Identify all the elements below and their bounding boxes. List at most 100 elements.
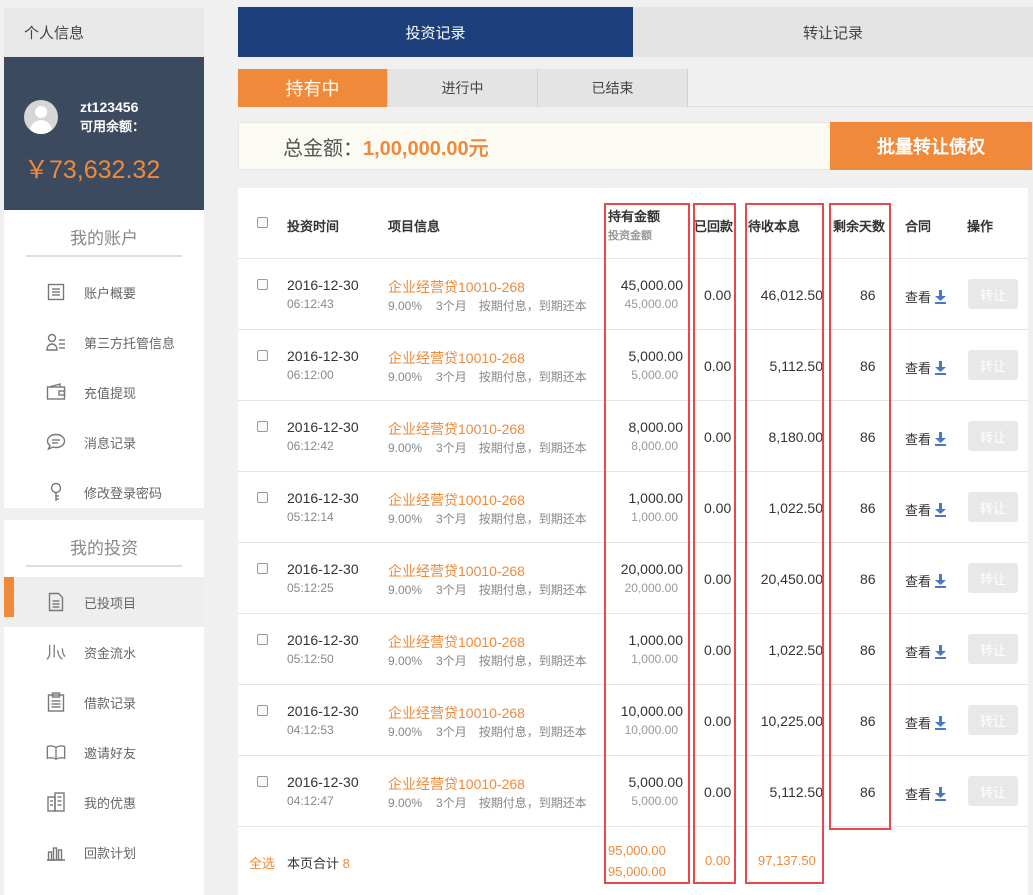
sidebar-item-label: 资金流水: [84, 645, 137, 661]
document-icon: [46, 592, 66, 612]
subtab-ended[interactable]: 已结束: [538, 69, 688, 107]
transfer-button[interactable]: 转让: [968, 492, 1018, 522]
view-contract-link[interactable]: 查看: [905, 713, 947, 732]
sidebar-item-account-overview[interactable]: 账户概要: [4, 267, 204, 317]
sidebar-item-recharge[interactable]: 充值提现: [4, 367, 204, 417]
balance-label: 可用余额：: [80, 119, 146, 134]
view-label: 查看: [905, 716, 932, 731]
view-label: 查看: [905, 290, 932, 305]
subtab-in-progress[interactable]: 进行中: [388, 69, 538, 107]
invest-date: 2016-12-30: [287, 774, 359, 790]
sidebar-item-fund-flow[interactable]: 资金流水: [4, 627, 204, 677]
sidebar-item-invite-friends[interactable]: 邀请好友: [4, 727, 204, 777]
invest-time: 06:12:42: [287, 439, 334, 453]
project-link[interactable]: 企业经营贷10010-268: [388, 419, 525, 439]
project-rate: 9.00%: [388, 796, 423, 810]
subtab-holding[interactable]: 持有中: [238, 69, 388, 107]
transfer-button[interactable]: 转让: [968, 279, 1018, 309]
project-link[interactable]: 企业经营贷10010-268: [388, 703, 525, 723]
view-contract-link[interactable]: 查看: [905, 500, 947, 519]
sidebar-item-loan-records[interactable]: 借款记录: [4, 677, 204, 727]
sidebar-item-label: 我的优惠: [84, 795, 137, 811]
building-icon: [46, 792, 66, 812]
transfer-button[interactable]: 转让: [968, 421, 1018, 451]
project-link[interactable]: 企业经营贷10010-268: [388, 561, 525, 581]
project-link[interactable]: 企业经营贷10010-268: [388, 277, 525, 297]
view-label: 查看: [905, 503, 932, 518]
transfer-button[interactable]: 转让: [968, 634, 1018, 664]
invest-date: 2016-12-30: [287, 348, 359, 364]
avatar[interactable]: [24, 100, 58, 134]
sidebar-item-custody-info[interactable]: 第三方托管信息: [4, 317, 204, 367]
row-checkbox[interactable]: [257, 563, 268, 574]
project-details: 9.00% 3个月 按期付息，到期还本: [388, 439, 587, 456]
row-checkbox[interactable]: [257, 776, 268, 787]
project-method: 按期付息，到期还本: [478, 654, 587, 668]
view-label: 查看: [905, 432, 932, 447]
total-summary-bar: 总金额： 1,00,000.00元 批量转让债权: [238, 122, 1033, 170]
select-all-link[interactable]: 全选: [249, 853, 275, 872]
download-icon[interactable]: [935, 786, 947, 801]
row-checkbox[interactable]: [257, 634, 268, 645]
batch-transfer-button[interactable]: 批量转让债权: [830, 122, 1032, 170]
key-icon: [46, 482, 66, 502]
sidebar-item-invested-projects[interactable]: 已投项目: [4, 577, 204, 627]
download-icon[interactable]: [935, 644, 947, 659]
invest-time: 06:12:43: [287, 297, 334, 311]
download-icon[interactable]: [935, 431, 947, 446]
project-link[interactable]: 企业经营贷10010-268: [388, 490, 525, 510]
view-contract-link[interactable]: 查看: [905, 429, 947, 448]
project-link[interactable]: 企业经营贷10010-268: [388, 774, 525, 794]
download-icon[interactable]: [935, 573, 947, 588]
chat-icon: [46, 432, 66, 452]
project-method: 按期付息，到期还本: [478, 796, 587, 810]
project-link[interactable]: 企业经营贷10010-268: [388, 632, 525, 652]
invest-time: 05:12:50: [287, 652, 334, 666]
invest-date: 2016-12-30: [287, 490, 359, 506]
invest-date: 2016-12-30: [287, 703, 359, 719]
sidebar-item-messages[interactable]: 消息记录: [4, 417, 204, 467]
header-contract: 合同: [905, 219, 932, 234]
download-icon[interactable]: [935, 502, 947, 517]
transfer-button[interactable]: 转让: [968, 350, 1018, 380]
project-method: 按期付息，到期还本: [478, 370, 587, 384]
view-contract-link[interactable]: 查看: [905, 571, 947, 590]
sidebar-item-my-discounts[interactable]: 我的优惠: [4, 777, 204, 827]
view-contract-link[interactable]: 查看: [905, 287, 947, 306]
sidebar-item-label: 消息记录: [84, 435, 137, 451]
view-contract-link[interactable]: 查看: [905, 784, 947, 803]
download-icon[interactable]: [935, 715, 947, 730]
sidebar-item-label: 充值提现: [84, 385, 137, 401]
row-checkbox[interactable]: [257, 421, 268, 432]
record-tabs: 投资记录 转让记录: [238, 7, 1033, 57]
project-rate: 9.00%: [388, 583, 423, 597]
download-icon[interactable]: [935, 360, 947, 375]
sidebar-item-label: 借款记录: [84, 695, 137, 711]
project-method: 按期付息，到期还本: [478, 512, 587, 526]
project-details: 9.00% 3个月 按期付息，到期还本: [388, 723, 587, 740]
download-icon[interactable]: [935, 289, 947, 304]
view-contract-link[interactable]: 查看: [905, 358, 947, 377]
tab-invest-record[interactable]: 投资记录: [238, 7, 633, 57]
highlight-repaid-column: [693, 203, 736, 884]
select-all-checkbox[interactable]: [257, 217, 268, 228]
transfer-button[interactable]: 转让: [968, 563, 1018, 593]
row-checkbox[interactable]: [257, 279, 268, 290]
transfer-button[interactable]: 转让: [968, 776, 1018, 806]
row-checkbox[interactable]: [257, 705, 268, 716]
row-checkbox[interactable]: [257, 492, 268, 503]
invest-time: 05:12:14: [287, 510, 334, 524]
view-label: 查看: [905, 787, 932, 802]
project-link[interactable]: 企业经营贷10010-268: [388, 348, 525, 368]
project-term: 3个月: [436, 441, 467, 455]
invest-time: 04:12:53: [287, 723, 334, 737]
view-contract-link[interactable]: 查看: [905, 642, 947, 661]
total-amount-value: 1,00,000.00元: [363, 137, 489, 160]
flow-icon: [46, 642, 66, 662]
sidebar-item-repayment-plan[interactable]: 回款计划: [4, 827, 204, 877]
transfer-button[interactable]: 转让: [968, 705, 1018, 735]
row-checkbox[interactable]: [257, 350, 268, 361]
page-total-count: 8: [342, 856, 350, 871]
sidebar-item-change-password[interactable]: 修改登录密码: [4, 467, 204, 517]
tab-transfer-record[interactable]: 转让记录: [633, 7, 1033, 57]
